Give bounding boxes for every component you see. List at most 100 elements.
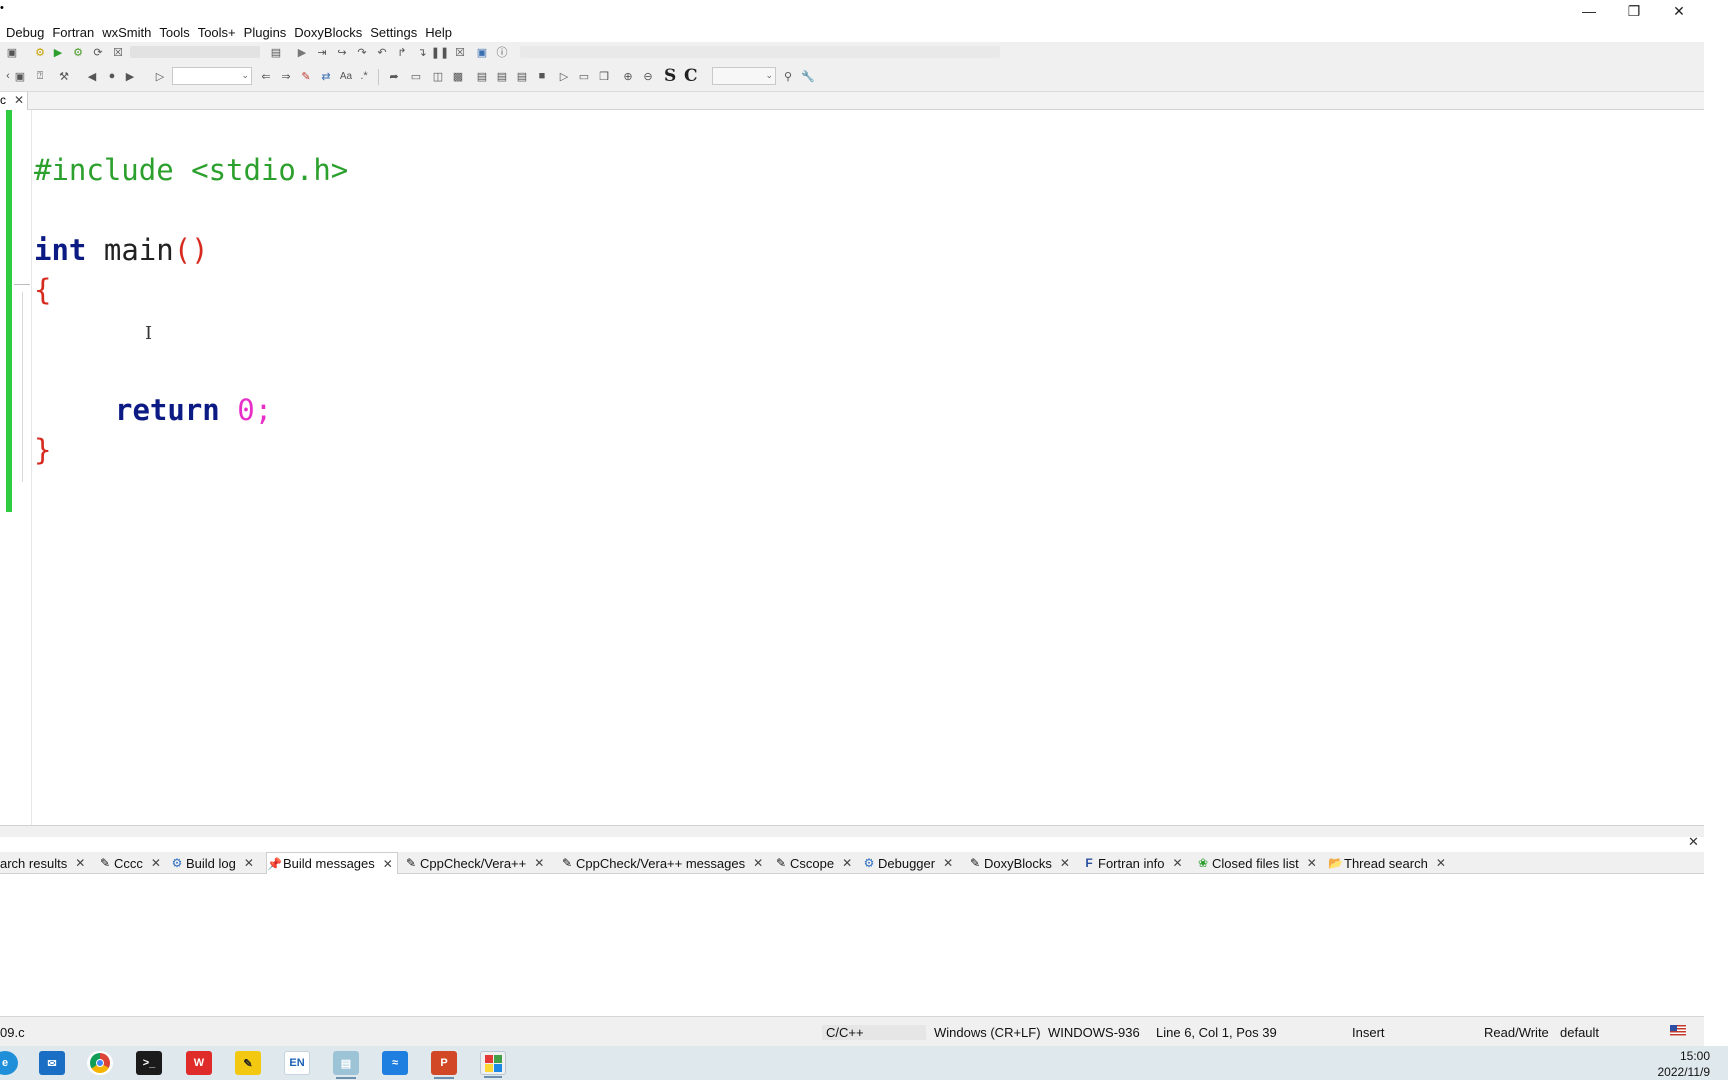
tab-build-log[interactable]: ⚙ Build log ✕ — [170, 852, 254, 874]
menu-tools[interactable]: Tools — [159, 25, 189, 40]
close-icon[interactable]: ✕ — [151, 856, 161, 870]
debug-run-icon[interactable]: ▶ — [294, 44, 310, 60]
debug-info-icon[interactable]: ⓘ — [494, 44, 510, 60]
tab-search-results[interactable]: arch results ✕ — [0, 852, 85, 874]
close-icon[interactable]: ✕ — [383, 857, 393, 871]
panel-splitter[interactable] — [0, 825, 1704, 837]
restore-button[interactable]: ❐ — [1611, 0, 1657, 22]
tab-source-file[interactable]: c ✕ — [0, 92, 28, 110]
replace-icon[interactable]: ⇄ — [318, 68, 334, 84]
search-combo[interactable]: ⌄ — [712, 67, 776, 85]
pointer-tool-icon[interactable]: ▣ — [12, 68, 28, 84]
system-clock[interactable]: 15:00 2022/11/9 — [1630, 1048, 1711, 1080]
jump-forward-icon[interactable]: ▶ — [122, 68, 138, 84]
new-file-icon[interactable]: ▣ — [4, 44, 20, 60]
build-run-icon[interactable]: ⚙ — [70, 44, 86, 60]
case-icon[interactable]: ▤ — [514, 68, 530, 84]
codeblocks-icon[interactable] — [480, 1051, 506, 1078]
file-app-icon[interactable]: ▤ — [333, 1051, 359, 1079]
menu-doxyblocks[interactable]: DoxyBlocks — [294, 25, 362, 40]
step-instruction-icon[interactable]: ↴ — [414, 44, 430, 60]
shape-b-icon[interactable]: ▭ — [576, 68, 592, 84]
arrow-left-icon[interactable]: ⇐ — [258, 68, 274, 84]
menu-plugins[interactable]: Plugins — [244, 25, 287, 40]
close-icon[interactable]: ✕ — [1060, 856, 1070, 870]
s-icon[interactable]: S — [664, 66, 676, 86]
step-into-icon[interactable]: ↷ — [354, 44, 370, 60]
help-icon[interactable]: ⍰ — [32, 68, 48, 84]
close-icon[interactable]: ✕ — [14, 93, 24, 107]
abort-icon[interactable]: ☒ — [110, 44, 126, 60]
rectangle-icon[interactable]: ▭ — [408, 68, 424, 84]
zoom-in-icon[interactable]: ⊕ — [620, 68, 636, 84]
stop-debug-icon[interactable]: ☒ — [452, 44, 468, 60]
step-out-icon[interactable]: ↶ — [374, 44, 390, 60]
mail-icon[interactable]: ✉ — [39, 1051, 65, 1075]
run-icon[interactable]: ▶ — [50, 44, 66, 60]
jump-back-icon[interactable]: ◀ — [84, 68, 100, 84]
close-icon[interactable]: ✕ — [753, 856, 763, 870]
debug-windows-icon[interactable]: ▣ — [474, 44, 490, 60]
tab-build-messages[interactable]: 📌 Build messages ✕ — [266, 852, 398, 874]
build-icon[interactable]: ⚙ — [32, 44, 48, 60]
shape-a-icon[interactable]: ▷ — [556, 68, 572, 84]
build-messages-panel[interactable] — [0, 874, 1704, 1016]
build-target-combo[interactable] — [130, 46, 260, 58]
wrench-icon[interactable]: ⚒ — [56, 68, 72, 84]
pause-icon[interactable]: ❚❚ — [431, 44, 449, 60]
menu-tools-plus[interactable]: Tools+ — [198, 25, 236, 40]
frame-icon[interactable]: ■ — [534, 68, 550, 84]
close-icon[interactable]: ✕ — [1172, 856, 1182, 870]
loop-icon[interactable]: ▤ — [474, 68, 490, 84]
menu-wxsmith[interactable]: wxSmith — [102, 25, 151, 40]
code-completion-icon[interactable]: ▷ — [152, 68, 168, 84]
fold-marker-icon[interactable] — [14, 280, 30, 290]
close-icon[interactable]: ✕ — [75, 856, 85, 870]
next-instruction-icon[interactable]: ↱ — [394, 44, 410, 60]
office-app-icon[interactable]: W — [186, 1051, 212, 1075]
menu-help[interactable]: Help — [425, 25, 452, 40]
select-tool-icon[interactable]: ➦ — [386, 68, 402, 84]
close-icon[interactable]: ✕ — [244, 856, 254, 870]
tab-thread-search[interactable]: 📂 Thread search ✕ — [1328, 852, 1446, 874]
powerpoint-icon[interactable]: P — [431, 1051, 457, 1079]
tab-cppcheck-messages[interactable]: ✎ CppCheck/Vera++ messages ✕ — [560, 852, 763, 874]
code-editor[interactable]: #include <stdio.h> int main() { I return… — [0, 110, 1704, 825]
zoom-out-icon[interactable]: ⊖ — [640, 68, 656, 84]
block-icon[interactable]: ▤ — [494, 68, 510, 84]
close-icon[interactable]: ✕ — [842, 856, 852, 870]
bookmark-icon[interactable]: ● — [104, 68, 120, 84]
debug-window-icon[interactable]: ▤ — [268, 44, 284, 60]
arrow-right-icon[interactable]: ⇒ — [278, 68, 294, 84]
menu-fortran[interactable]: Fortran — [52, 25, 94, 40]
cloud-app-icon[interactable]: ≈ — [382, 1051, 408, 1075]
highlight-icon[interactable]: ✎ — [298, 68, 314, 84]
regex-icon[interactable]: .* — [356, 68, 372, 84]
tab-debugger[interactable]: ⚙ Debugger ✕ — [862, 852, 954, 874]
sticky-notes-icon[interactable]: ✎ — [235, 1051, 261, 1075]
menu-settings[interactable]: Settings — [370, 25, 417, 40]
next-line-icon[interactable]: ↪ — [334, 44, 350, 60]
shape-c-icon[interactable]: ❒ — [596, 68, 612, 84]
tab-closed-files[interactable]: ❀ Closed files list ✕ — [1196, 852, 1317, 874]
close-icon[interactable]: ✕ — [1436, 856, 1446, 870]
tools-icon[interactable]: 🔧 — [800, 68, 816, 84]
rebuild-icon[interactable]: ⟳ — [90, 44, 106, 60]
tab-doxyblocks[interactable]: ✎ DoxyBlocks ✕ — [968, 852, 1070, 874]
chrome-icon[interactable] — [87, 1051, 113, 1075]
decision-icon[interactable]: ◫ — [430, 68, 446, 84]
minimize-button[interactable]: — — [1566, 0, 1612, 22]
c-icon[interactable]: C — [684, 66, 698, 86]
terminal-icon[interactable]: >_ — [136, 1051, 162, 1075]
edge-browser-icon[interactable]: e — [0, 1051, 18, 1075]
menu-debug[interactable]: Debug — [6, 25, 44, 40]
close-icon[interactable]: ✕ — [534, 856, 544, 870]
search-icon[interactable]: ⚲ — [780, 68, 796, 84]
tab-cccc[interactable]: ✎ Cccc ✕ — [98, 852, 161, 874]
scope-combo[interactable]: ⌄ — [172, 67, 252, 85]
match-case-icon[interactable]: Aa — [338, 68, 354, 84]
run-to-cursor-icon[interactable]: ⇥ — [314, 44, 330, 60]
tab-cppcheck[interactable]: ✎ CppCheck/Vera++ ✕ — [404, 852, 544, 874]
tab-fortran-info[interactable]: F Fortran info ✕ — [1082, 852, 1182, 874]
tab-cscope[interactable]: ✎ Cscope ✕ — [774, 852, 852, 874]
